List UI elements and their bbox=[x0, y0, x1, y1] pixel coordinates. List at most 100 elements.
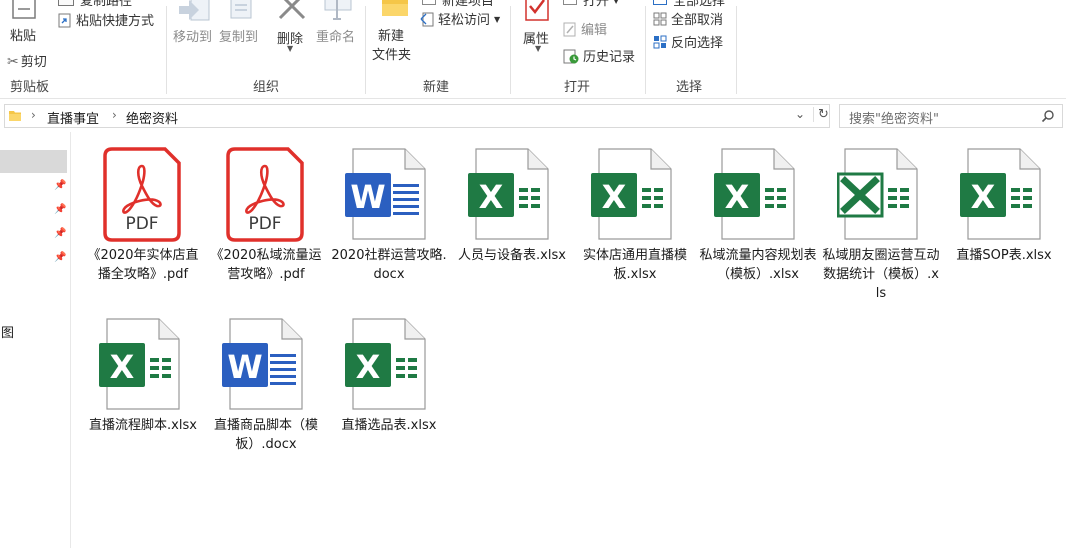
svg-text:X: X bbox=[110, 348, 135, 386]
folder-icon bbox=[382, 0, 408, 16]
move-to-button[interactable]: 移动到 bbox=[171, 0, 217, 46]
new-folder-label-1: 新建 bbox=[378, 29, 405, 44]
file-item[interactable]: X 直播选品表.xlsx bbox=[330, 316, 448, 435]
pin-icon: 📌 bbox=[54, 228, 67, 239]
search-icon[interactable] bbox=[1041, 109, 1055, 123]
file-item[interactable]: PDF 《2020私域流量运营攻略》.pdf bbox=[207, 146, 325, 284]
open-group: 属性 ▼ 打开 ▼ 编辑 历史记录 打开 bbox=[511, 0, 645, 98]
copy-to-label: 复制到 bbox=[219, 30, 259, 45]
organize-group-label: 组织 bbox=[253, 80, 280, 95]
properties-button[interactable]: 属性 ▼ bbox=[517, 0, 557, 58]
invert-selection-icon bbox=[653, 35, 667, 49]
properties-check-icon bbox=[525, 0, 549, 21]
file-name: 《2020年实体店直播全攻略》.pdf bbox=[87, 248, 199, 282]
open-icon bbox=[563, 0, 577, 5]
navigation-pane: 📌 📌 📌 📌 图 bbox=[0, 132, 71, 548]
rename-label: 重命名 bbox=[316, 30, 356, 45]
new-group-label: 新建 bbox=[423, 80, 450, 95]
cut-button[interactable]: ✂ 剪切 bbox=[7, 51, 47, 70]
file-name: 实体店通用直播模板.xlsx bbox=[582, 248, 687, 282]
pdf-file-icon: PDF bbox=[226, 147, 304, 242]
file-item[interactable]: PDF 《2020年实体店直播全攻略》.pdf bbox=[84, 146, 202, 284]
file-item[interactable]: X 直播流程脚本.xlsx bbox=[84, 316, 202, 435]
copy-path-button[interactable]: 复制路径 bbox=[58, 0, 132, 9]
new-item-icon bbox=[422, 0, 436, 5]
new-folder-button[interactable]: 新建 文件夹 bbox=[368, 0, 424, 64]
excel-file-icon: X bbox=[591, 148, 672, 240]
paste-label: 粘贴 bbox=[10, 29, 37, 44]
rename-button[interactable]: 重命名 bbox=[313, 0, 361, 46]
paste-shortcut-icon bbox=[58, 13, 71, 28]
svg-text:W: W bbox=[350, 178, 385, 216]
move-to-label: 移动到 bbox=[173, 30, 213, 45]
paste-button[interactable]: 粘贴 bbox=[6, 0, 42, 46]
file-name: 私域朋友圈运营互动数据统计（模板）.xls bbox=[822, 248, 940, 301]
open-group-label: 打开 bbox=[564, 80, 591, 95]
ribbon-separator bbox=[736, 6, 737, 94]
file-name: 直播流程脚本.xlsx bbox=[89, 418, 197, 433]
paste-shortcut-button[interactable]: 粘贴快捷方式 bbox=[58, 10, 154, 29]
svg-text:X: X bbox=[479, 178, 504, 216]
new-item-button[interactable]: 新建项目 bbox=[422, 0, 494, 9]
excel-file-icon: X bbox=[468, 148, 549, 240]
select-none-button[interactable]: 全部取消 bbox=[653, 9, 723, 28]
copy-to-button[interactable]: 复制到 bbox=[217, 0, 263, 46]
file-item[interactable]: X 直播SOP表.xlsx bbox=[945, 146, 1063, 265]
easy-access-icon bbox=[420, 12, 434, 27]
clipboard-group: 复制路径 粘贴 粘贴快捷方式 ✂ 剪切 剪贴板 bbox=[0, 0, 166, 98]
new-folder-label-2: 文件夹 bbox=[372, 48, 412, 63]
select-group: 全部选择 全部取消 反向选择 选择 bbox=[646, 0, 736, 98]
history-icon bbox=[563, 49, 579, 64]
svg-text:PDF: PDF bbox=[125, 214, 158, 234]
organize-group: 移动到 复制到 删除 ▼ 重命名 组织 bbox=[167, 0, 365, 98]
search-box[interactable]: 搜索"绝密资料" bbox=[839, 104, 1063, 128]
file-name: 2020社群运营攻略.docx bbox=[331, 248, 447, 282]
breadcrumb-item[interactable]: 绝密资料 bbox=[126, 108, 178, 127]
pdf-file-icon: PDF bbox=[103, 147, 181, 242]
svg-text:X: X bbox=[356, 348, 381, 386]
breadcrumb-item[interactable]: 直播事宜 bbox=[47, 108, 99, 127]
excel-file-icon bbox=[837, 148, 918, 240]
search-input[interactable]: 搜索"绝密资料" bbox=[849, 108, 939, 127]
ribbon: 复制路径 粘贴 粘贴快捷方式 ✂ 剪切 剪贴板 移动到 复制到 删除 ▼ 重命名… bbox=[0, 0, 1066, 99]
delete-button[interactable]: 删除 ▼ bbox=[271, 0, 311, 56]
file-name: 私域流量内容规划表（模板）.xlsx bbox=[699, 248, 817, 282]
pin-icon: 📌 bbox=[54, 252, 67, 263]
file-item[interactable]: W 直播商品脚本（模板）.docx bbox=[207, 316, 325, 454]
excel-file-icon: X bbox=[99, 318, 180, 410]
svg-text:X: X bbox=[725, 178, 750, 216]
excel-file-icon: X bbox=[345, 318, 426, 410]
address-dropdown-icon[interactable]: ⌄ bbox=[795, 107, 805, 121]
file-item[interactable]: 私域朋友圈运营互动数据统计（模板）.xls bbox=[822, 146, 940, 303]
pin-icon: 📌 bbox=[54, 180, 67, 191]
clipboard-group-label: 剪贴板 bbox=[10, 80, 50, 95]
select-all-icon bbox=[653, 0, 667, 5]
easy-access-button[interactable]: 轻松访问 ▼ bbox=[420, 9, 500, 28]
invert-selection-button[interactable]: 反向选择 bbox=[653, 32, 723, 51]
select-group-label: 选择 bbox=[676, 80, 703, 95]
file-item[interactable]: X 实体店通用直播模板.xlsx bbox=[576, 146, 694, 284]
nav-selected-item[interactable] bbox=[0, 150, 67, 173]
file-name: 《2020私域流量运营攻略》.pdf bbox=[210, 248, 322, 282]
file-name: 直播商品脚本（模板）.docx bbox=[213, 418, 318, 452]
rename-icon bbox=[324, 0, 352, 20]
file-item[interactable]: X 私域流量内容规划表（模板）.xlsx bbox=[699, 146, 817, 284]
refresh-icon[interactable]: ↻ bbox=[813, 107, 829, 122]
open-dropdown-icon: ▼ bbox=[613, 0, 620, 5]
edit-button[interactable]: 编辑 bbox=[563, 19, 607, 38]
address-bar[interactable]: › 直播事宜 › 绝密资料 ⌄ ↻ bbox=[4, 104, 830, 128]
svg-text:W: W bbox=[227, 348, 262, 386]
open-button[interactable]: 打开 ▼ bbox=[563, 0, 619, 9]
file-item[interactable]: W 2020社群运营攻略.docx bbox=[330, 146, 448, 284]
file-name: 直播选品表.xlsx bbox=[341, 418, 437, 433]
file-item[interactable]: X 人员与设备表.xlsx bbox=[453, 146, 571, 265]
select-all-button[interactable]: 全部选择 bbox=[653, 0, 725, 9]
nav-item-label[interactable]: 图 bbox=[1, 322, 14, 341]
copy-path-icon bbox=[58, 0, 74, 6]
move-to-icon bbox=[179, 0, 210, 21]
word-file-icon: W bbox=[345, 148, 426, 240]
history-button[interactable]: 历史记录 bbox=[563, 46, 635, 65]
copy-to-icon bbox=[230, 0, 252, 19]
excel-file-icon: X bbox=[714, 148, 795, 240]
svg-text:X: X bbox=[971, 178, 996, 216]
